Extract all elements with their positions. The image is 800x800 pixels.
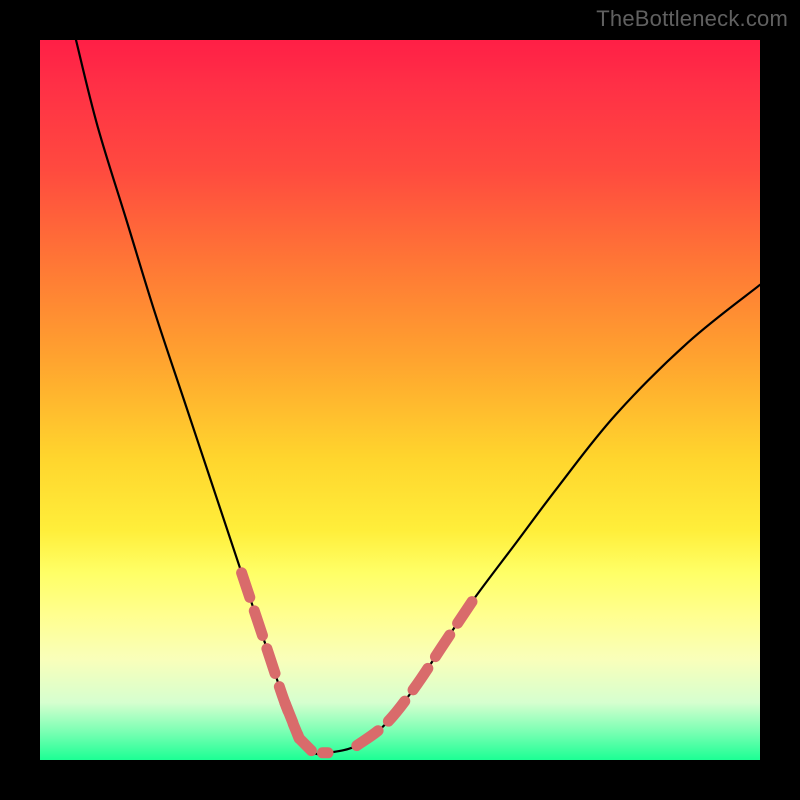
dash-segment-bottom bbox=[285, 702, 328, 752]
chart-frame: TheBottleneck.com bbox=[0, 0, 800, 800]
bottleneck-curve bbox=[76, 40, 760, 754]
dash-segment-right bbox=[357, 602, 472, 746]
watermark-text: TheBottleneck.com bbox=[596, 6, 788, 32]
plot-area bbox=[40, 40, 760, 760]
curve-svg bbox=[40, 40, 760, 760]
